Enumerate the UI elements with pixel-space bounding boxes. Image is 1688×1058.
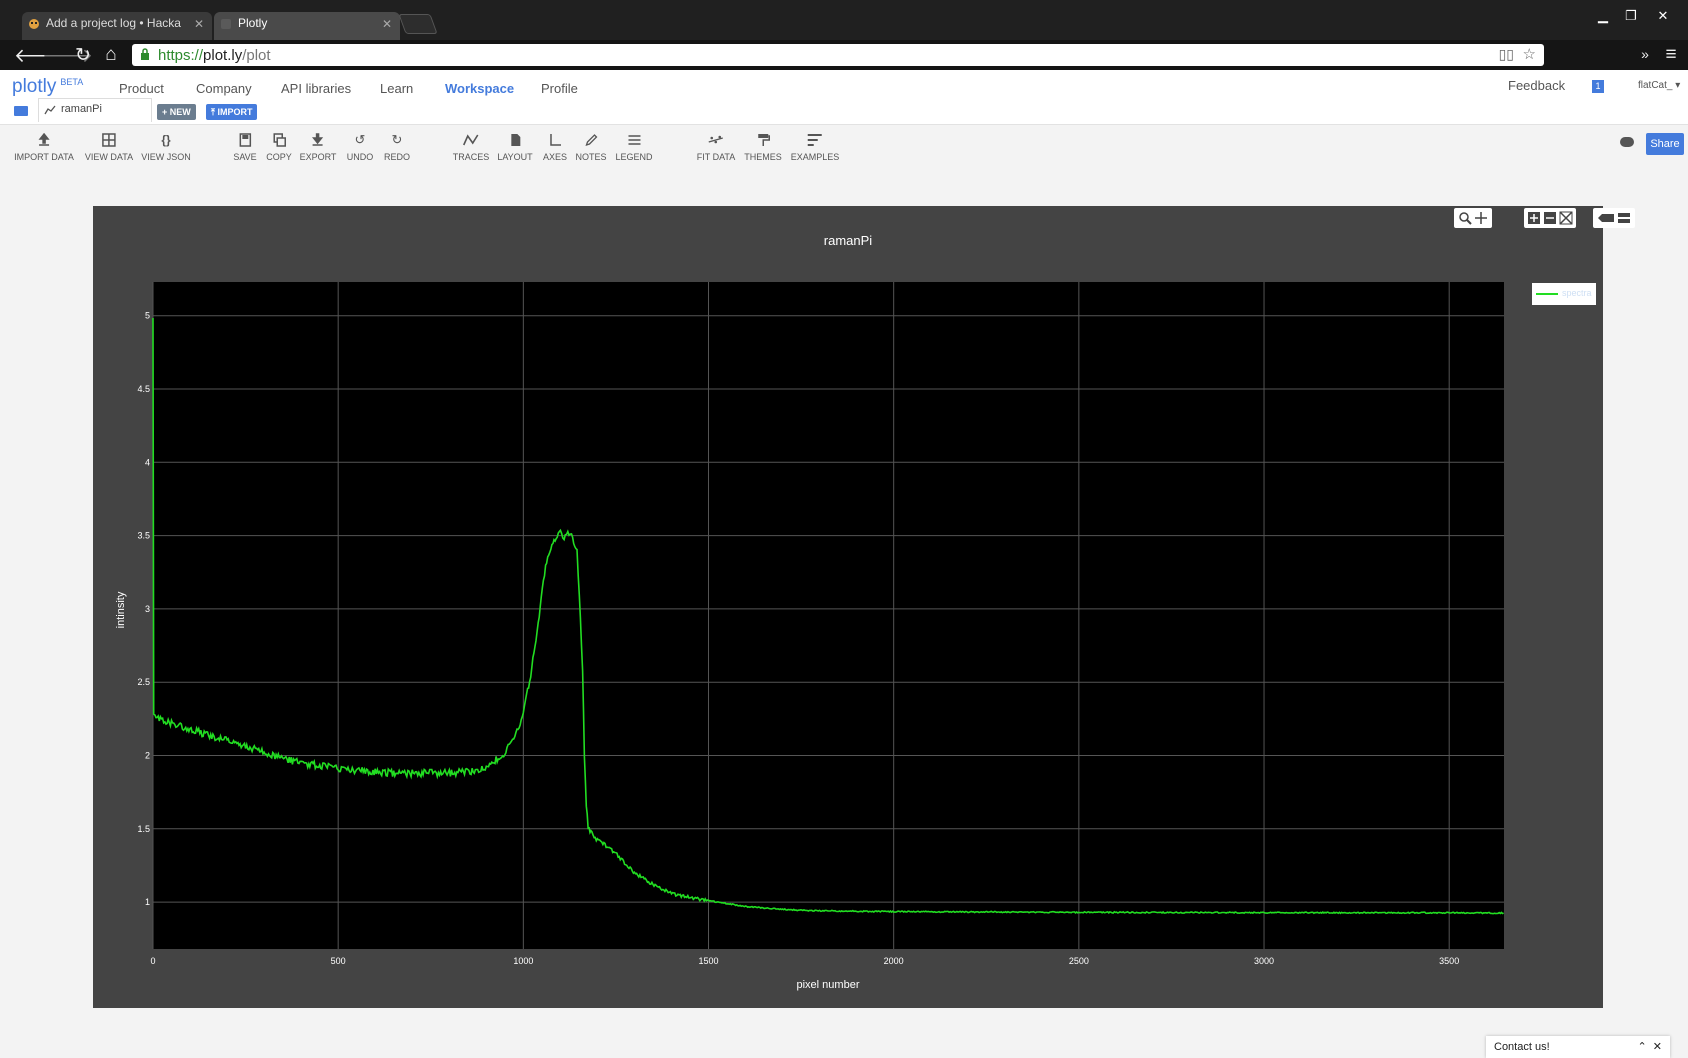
- y-tick-label: 1.5: [137, 824, 150, 834]
- y-tick-label: 5: [145, 311, 150, 321]
- x-axis-label[interactable]: pixel number: [797, 979, 860, 991]
- y-tick-label: 2: [145, 750, 150, 760]
- y-tick-label: 4.5: [137, 384, 150, 394]
- modebar-group-scale: [1524, 208, 1576, 228]
- zoom-out-icon[interactable]: [1543, 211, 1557, 225]
- modebar-group-hover: [1593, 208, 1635, 228]
- chart-title[interactable]: ramanPi: [824, 233, 873, 248]
- contact-widget[interactable]: Contact us! ⌃ ✕: [1486, 1036, 1670, 1058]
- y-ticks: 1 1.5 2 2.5 3 3.5 4 4.5 5: [137, 311, 150, 907]
- y-axis-label[interactable]: intinsity: [115, 591, 127, 628]
- x-tick-label: 500: [331, 956, 346, 966]
- y-tick-label: 1: [145, 897, 150, 907]
- pan-icon[interactable]: [1474, 211, 1488, 225]
- x-tick-label: 1500: [698, 956, 718, 966]
- y-tick-label: 3.5: [137, 531, 150, 541]
- y-tick-label: 4: [145, 457, 150, 467]
- x-tick-label: 2500: [1069, 956, 1089, 966]
- chart-svg: 0 500 1000 1500 2000 2500 3000 3500 1 1.5 2 2.5 3 3.…: [115, 233, 1504, 991]
- x-tick-label: 1000: [513, 956, 533, 966]
- chevron-up-icon[interactable]: ⌃: [1637, 1041, 1646, 1053]
- zoom-icon[interactable]: [1458, 211, 1472, 225]
- y-tick-label: 2.5: [137, 677, 150, 687]
- contact-controls: ⌃ ✕: [1637, 1036, 1662, 1058]
- legend-label-spectra: spectra: [1562, 288, 1592, 298]
- x-tick-label: 3000: [1254, 956, 1274, 966]
- legend-line-swatch: [1536, 293, 1558, 295]
- x-tick-label: 3500: [1439, 956, 1459, 966]
- x-tick-label: 2000: [884, 956, 904, 966]
- contact-label: Contact us!: [1494, 1041, 1550, 1053]
- y-tick-label: 3: [145, 604, 150, 614]
- x-ticks: 0 500 1000 1500 2000 2500 3000 3500: [150, 956, 1459, 966]
- x-tick-label: 0: [150, 956, 155, 966]
- modebar-group-zoom: [1454, 208, 1492, 228]
- autoscale-icon[interactable]: [1559, 211, 1573, 225]
- hover-closest-icon[interactable]: [1597, 211, 1615, 225]
- chart-legend[interactable]: spectra: [1532, 283, 1596, 305]
- close-icon[interactable]: ✕: [1653, 1041, 1662, 1053]
- plot-area[interactable]: [153, 282, 1504, 949]
- hover-compare-icon[interactable]: [1617, 211, 1631, 225]
- zoom-in-icon[interactable]: [1527, 211, 1541, 225]
